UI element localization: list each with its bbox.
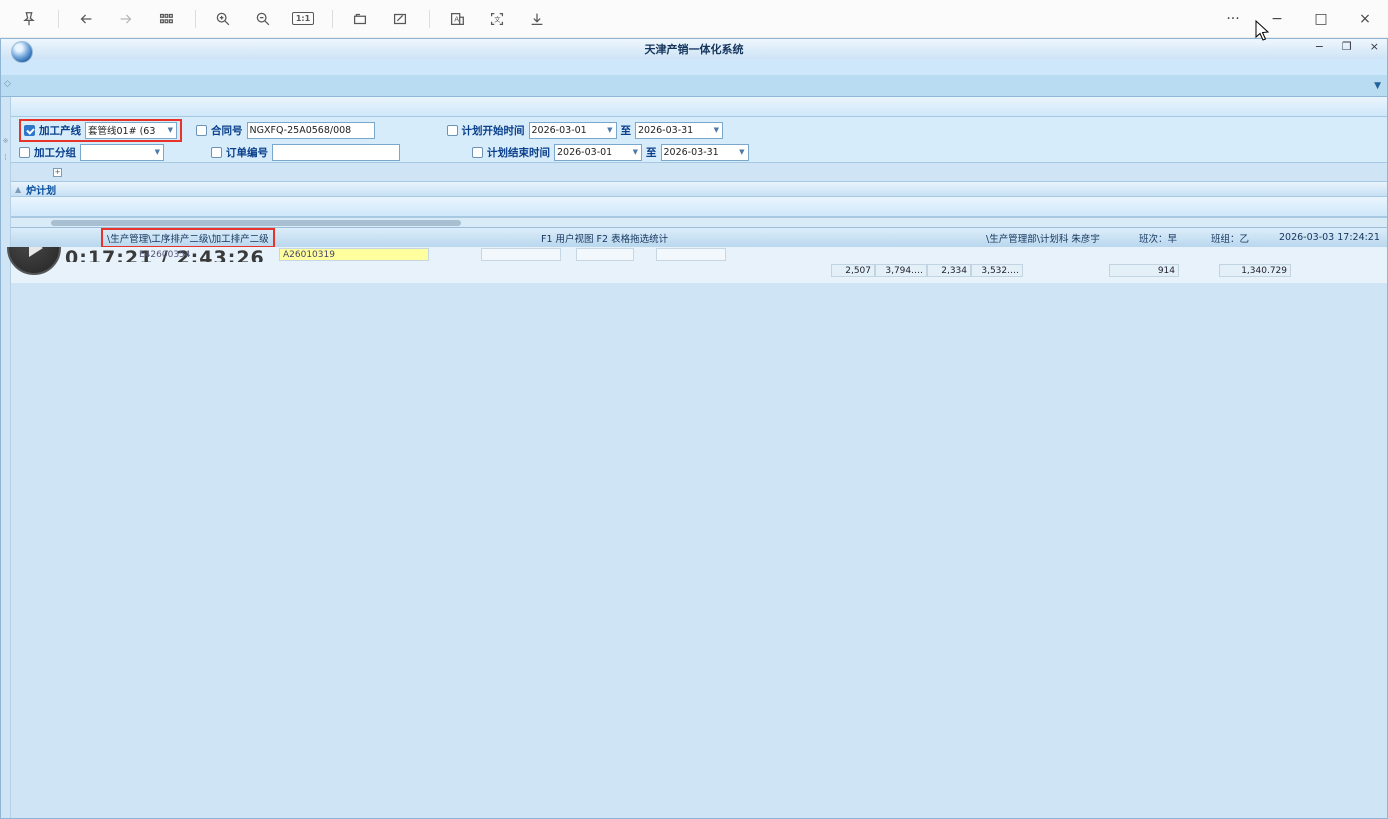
furnace-section-header[interactable]: ▲ 炉计划 [1, 181, 1387, 197]
dup-summary-cell: 3,794.… [875, 264, 927, 277]
order-filter-checkbox[interactable] [211, 147, 222, 158]
app-titlebar: 天津产销一体化系统 − ❐ × [1, 39, 1387, 59]
tab-overflow-icon[interactable]: ▼ [1374, 81, 1381, 91]
contract-filter-checkbox[interactable] [196, 125, 207, 136]
statusbar-hint: F1 用户视图 F2 表格拖选统计 [541, 231, 668, 245]
line-filter-checkbox[interactable] [24, 125, 35, 136]
viewer-close-button[interactable]: × [1356, 11, 1374, 27]
toolbar-divider [332, 10, 333, 28]
main-toolbar [1, 97, 1387, 117]
line-filter-combo[interactable]: 套管线01# (63▼ [85, 122, 177, 139]
section-icon: ▲ [15, 185, 21, 194]
mouse-cursor [1255, 20, 1271, 42]
plan-end-label: 计划结束时间 [487, 145, 550, 160]
toolbar-divider [58, 10, 59, 28]
viewer-toolbar: 1:1 A 文 ··· − □ × [0, 0, 1388, 38]
statusbar-shift: 班次：早 [1139, 231, 1177, 245]
group-filter-combo[interactable]: ▼ [80, 144, 164, 161]
statusbar-team: 班组：乙 [1211, 231, 1249, 245]
app-logo-icon [11, 41, 33, 63]
line-filter-label: 加工产线 [39, 123, 81, 138]
dup-summary-cell: 2,507 [831, 264, 875, 277]
svg-text:文: 文 [494, 14, 501, 23]
viewer-maximize-button[interactable]: □ [1312, 11, 1330, 27]
line-filter-group: 加工产线 套管线01# (63▼ [19, 119, 182, 142]
dup-summary-cell: 914 [1109, 264, 1179, 277]
screen: 1:1 A 文 ··· − □ × 天津产销一体化系统 − ❐ × [0, 0, 1388, 819]
contract-filter-label: 合同号 [211, 123, 243, 138]
collapse-icon[interactable]: + [53, 168, 62, 177]
forward-icon[interactable] [111, 6, 141, 32]
play-icon [29, 247, 43, 257]
one-to-one-icon[interactable]: 1:1 [288, 6, 318, 32]
group-filter-label: 加工分组 [34, 145, 76, 160]
plan-start-to-input[interactable]: 2026-03-31▼ [635, 122, 723, 139]
furnace-section-title: 炉计划 [26, 182, 56, 197]
section-strip: + [1, 163, 1387, 181]
app-close-button[interactable]: × [1370, 40, 1379, 53]
translate-icon[interactable]: A [442, 6, 472, 32]
app-window: 天津产销一体化系统 − ❐ × ◇ ▼ 加工产线 套管线01# (63▼ [0, 38, 1388, 819]
plan-start-from-input[interactable]: 2026-03-01▼ [529, 122, 617, 139]
left-edge-strip: ※¦ [1, 97, 11, 818]
fragment-cell: E42600354 [136, 248, 194, 261]
plan-start-checkbox[interactable] [447, 125, 458, 136]
order-filter-label: 订单编号 [226, 145, 268, 160]
toolbar-divider [429, 10, 430, 28]
app-restore-button[interactable]: ❐ [1342, 40, 1352, 53]
statusbar-user: \生产管理部\计划科 朱彦宇 [986, 231, 1100, 245]
svg-text:A: A [454, 14, 459, 23]
rect-select-icon[interactable] [345, 6, 375, 32]
plan-start-label: 计划开始时间 [462, 123, 525, 138]
contract-input[interactable]: NGXFQ-25A0568/008 [247, 122, 375, 139]
group-filter-group: 加工分组 ▼ [19, 144, 197, 161]
fragment-cell [481, 248, 561, 261]
fragment-cell [576, 248, 634, 261]
download-icon[interactable] [522, 6, 552, 32]
app-title: 天津产销一体化系统 [645, 41, 744, 57]
order-filter-group: 订单编号 [211, 144, 400, 161]
edit-icon[interactable] [385, 6, 415, 32]
zoom-in-icon[interactable] [208, 6, 238, 32]
viewer-more-button[interactable]: ··· [1224, 11, 1242, 27]
menubar [1, 59, 1387, 75]
pin-icon[interactable] [14, 6, 44, 32]
tabbar: ◇ ▼ [1, 75, 1387, 97]
statusbar: \生产管理\工序排产二级\加工排产二级 F1 用户视图 F2 表格拖选统计 \生… [1, 227, 1387, 247]
statusbar-datetime: 2026-03-03 17:24:21 [1279, 232, 1380, 243]
toolbar-divider [195, 10, 196, 28]
breadcrumb: \生产管理\工序排产二级\加工排产二级 [101, 228, 275, 248]
dup-summary-cell: 1,340.729 [1219, 264, 1291, 277]
zoom-out-icon[interactable] [248, 6, 278, 32]
to-label: 至 [621, 123, 632, 138]
play-button[interactable] [7, 247, 61, 275]
dup-summary-cell: 2,334 [927, 264, 971, 277]
app-minimize-button[interactable]: − [1315, 40, 1324, 53]
horizontal-scrollbar[interactable] [1, 217, 1387, 227]
plan-end-to-input[interactable]: 2026-03-31▼ [661, 144, 749, 161]
contract-filter-group: 合同号 NGXFQ-25A0568/008 [196, 122, 375, 139]
filter-panel: 加工产线 套管线01# (63▼ 合同号 NGXFQ-25A0568/008 计… [1, 117, 1387, 163]
plan-end-checkbox[interactable] [472, 147, 483, 158]
order-input[interactable] [272, 144, 400, 161]
plan-end-from-input[interactable]: 2026-03-01▼ [554, 144, 642, 161]
plan-end-group: 计划结束时间 2026-03-01▼ 至 2026-03-31▼ [472, 144, 749, 161]
fragment-cell [656, 248, 726, 261]
dup-summary-cell: 3,532.… [971, 264, 1023, 277]
fragment-cell: A26010319 [279, 248, 429, 261]
video-overlay-strip: 0:17:21 / 2:43:26 E42600354 A26010319 2,… [1, 247, 1387, 283]
tab-pin-icon[interactable]: ◇ [4, 79, 11, 89]
ocr-select-icon[interactable]: 文 [482, 6, 512, 32]
plan-start-group: 计划开始时间 2026-03-01▼ 至 2026-03-31▼ [447, 122, 724, 139]
furnace-toolbar [1, 197, 1387, 217]
to-label: 至 [646, 145, 657, 160]
back-icon[interactable] [71, 6, 101, 32]
scrollbar-thumb[interactable] [51, 220, 461, 226]
grid-icon[interactable] [151, 6, 181, 32]
group-filter-checkbox[interactable] [19, 147, 30, 158]
